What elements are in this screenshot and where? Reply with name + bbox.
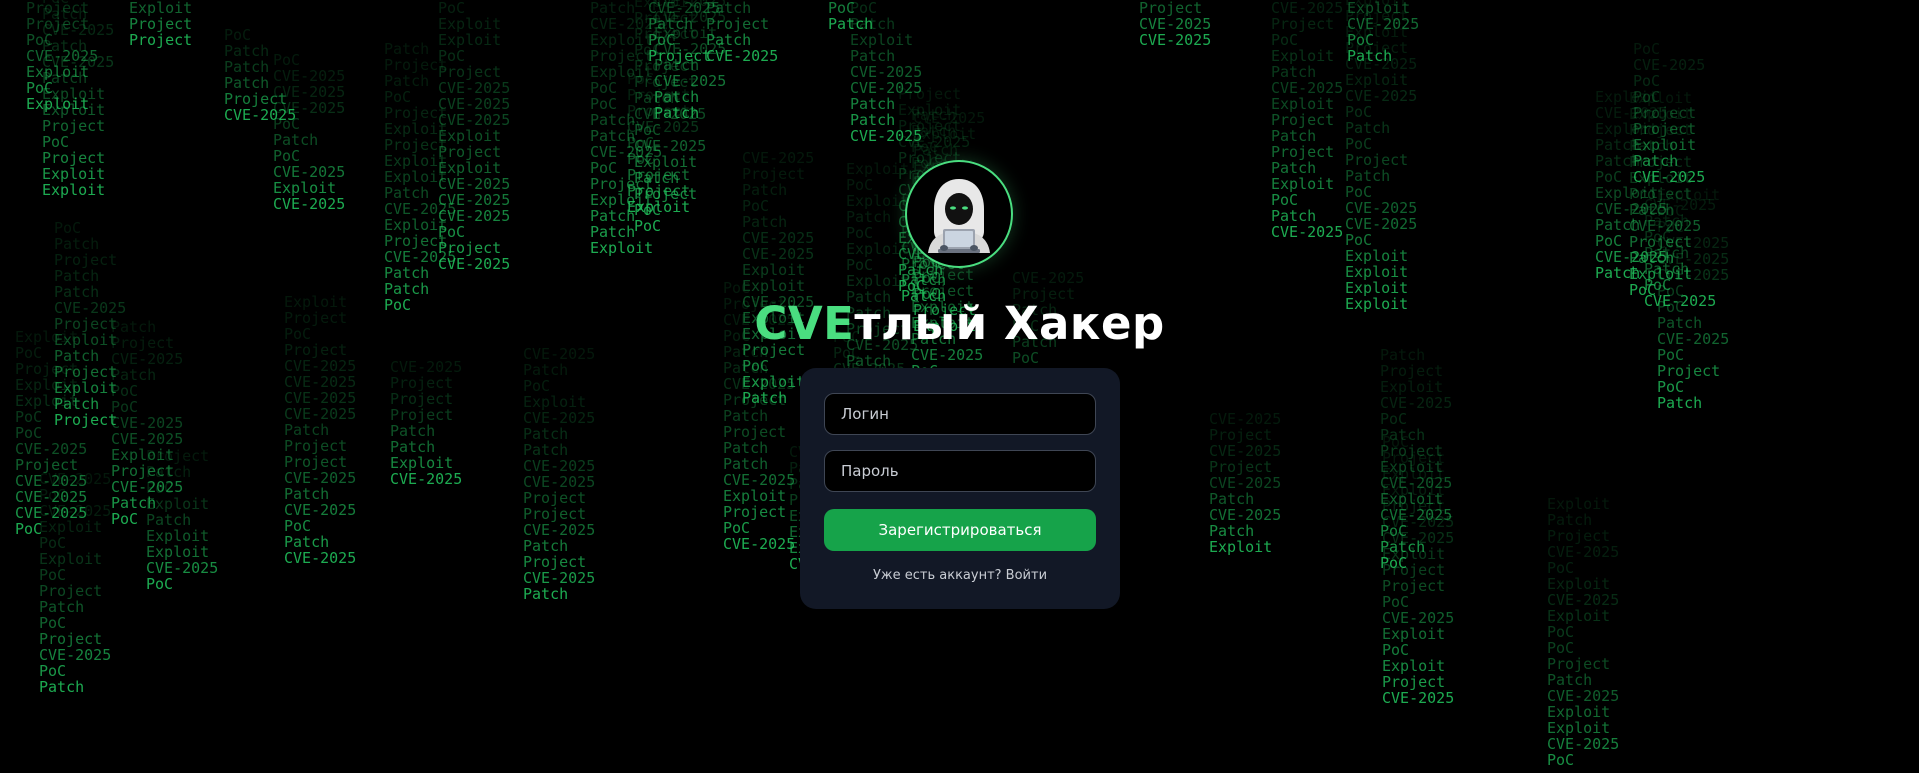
login-link[interactable]: Уже есть аккаунт? Войти <box>800 567 1120 585</box>
registration-form: Зарегистрироваться Уже есть аккаунт? Вой… <box>800 368 1120 609</box>
password-input[interactable] <box>824 450 1096 492</box>
title-accent: CVE <box>754 297 855 350</box>
login-input[interactable] <box>824 393 1096 435</box>
page-title: CVEтлый Хакер <box>0 296 1919 352</box>
register-button[interactable]: Зарегистрироваться <box>824 509 1096 551</box>
title-rest: тлый Хакер <box>854 297 1165 350</box>
registration-page: CVEтлый Хакер Зарегистрироваться Уже ест… <box>0 0 1919 773</box>
hacker-avatar-logo <box>905 160 1013 268</box>
hooded-hacker-icon <box>928 179 990 253</box>
